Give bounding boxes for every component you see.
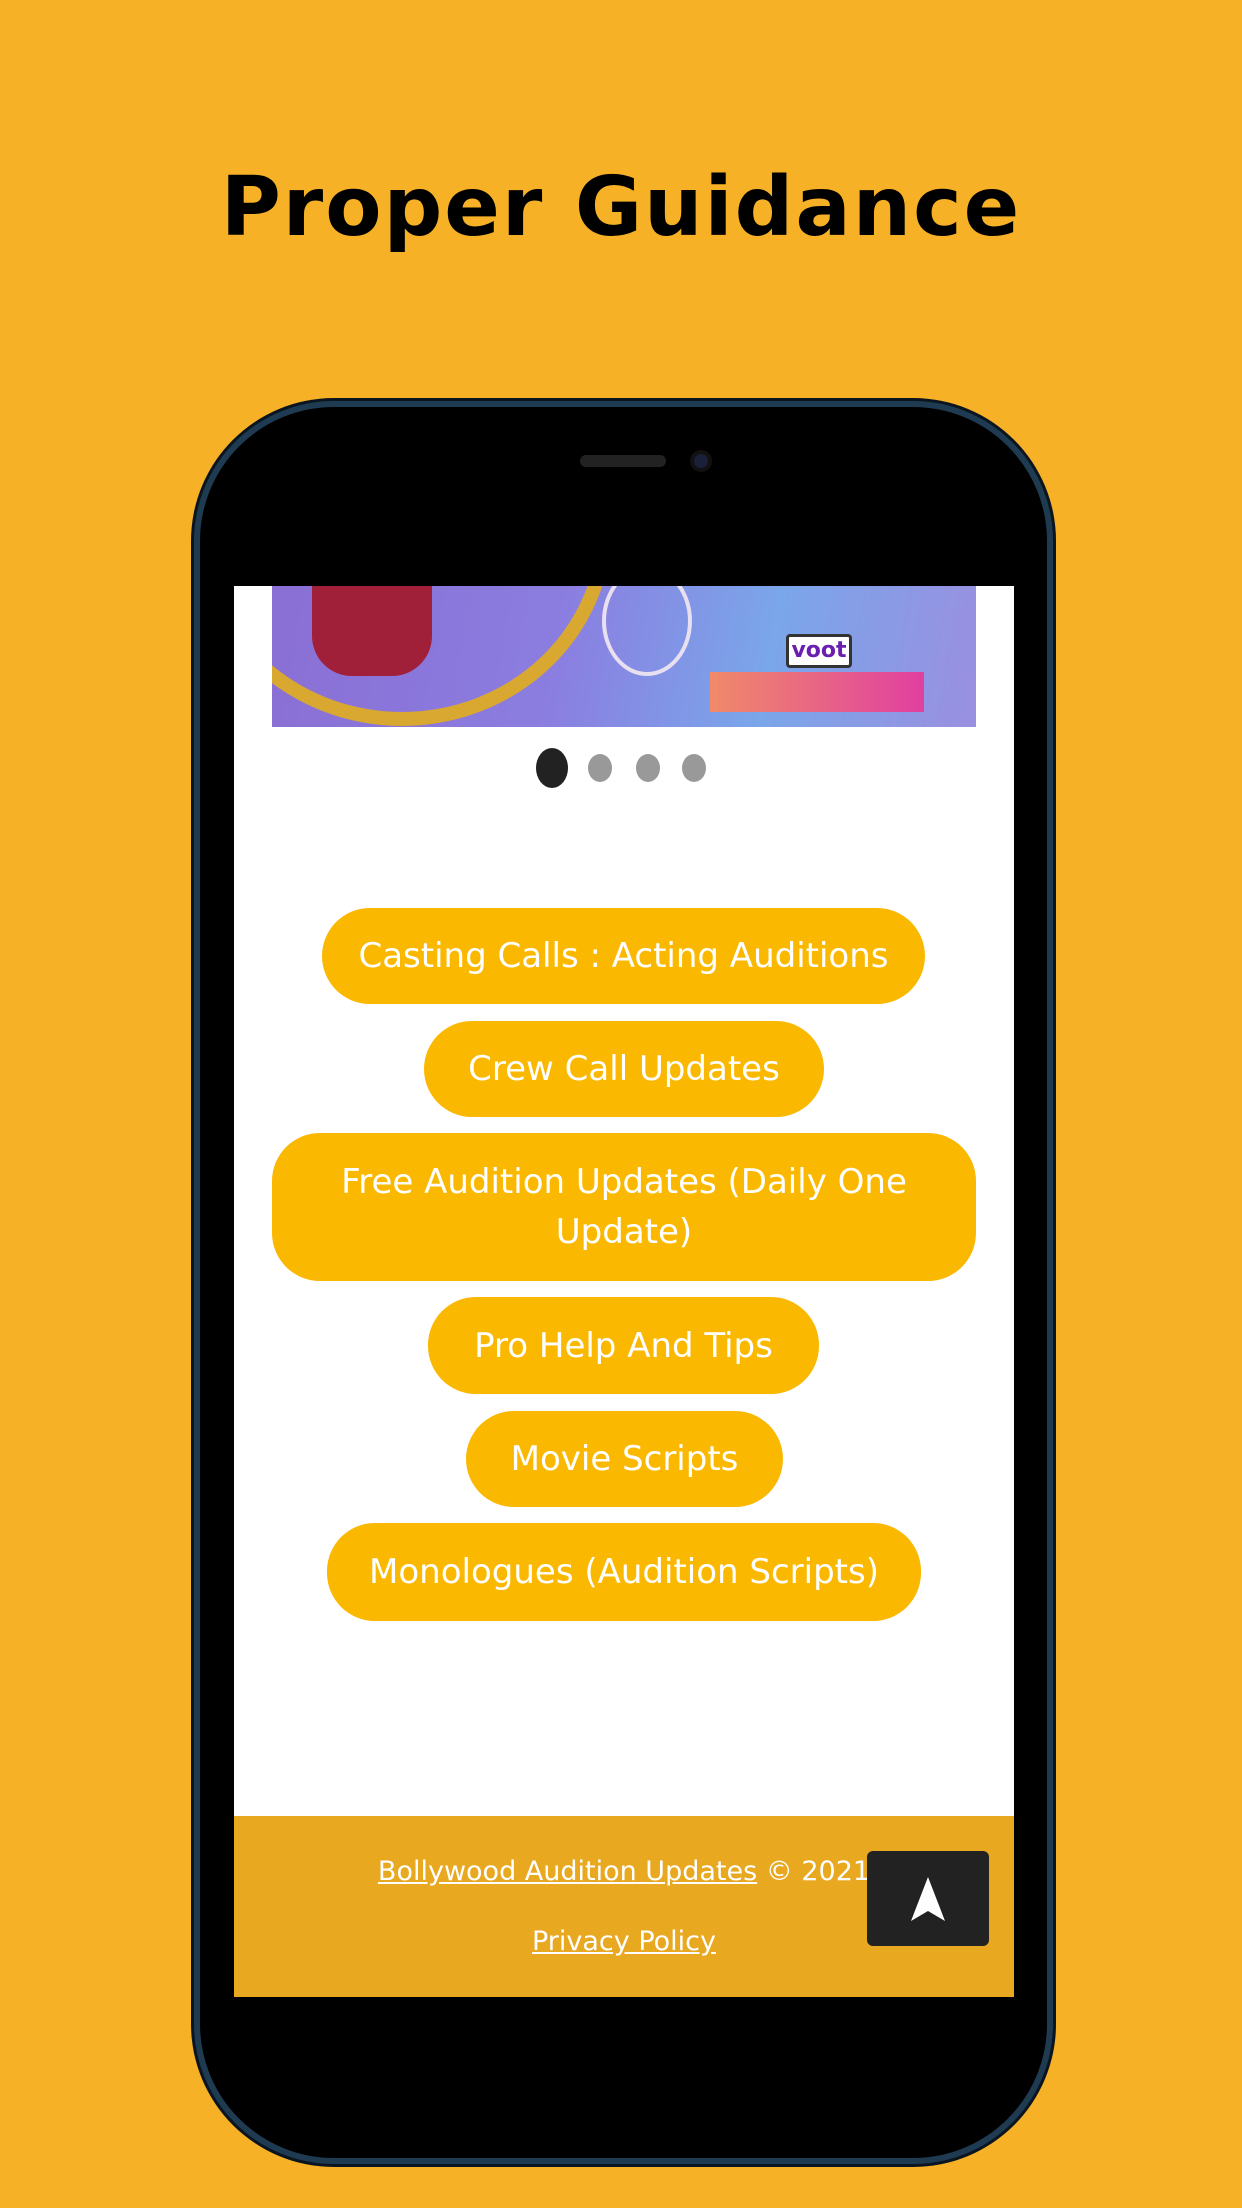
carousel-dot-2[interactable] <box>588 754 612 782</box>
crew-call-button[interactable]: Crew Call Updates <box>424 1021 824 1117</box>
pro-help-button[interactable]: Pro Help And Tips <box>428 1297 819 1394</box>
carousel-dot-1[interactable] <box>536 748 568 788</box>
back-to-top-button[interactable] <box>867 1851 989 1946</box>
carousel-banner-image[interactable]: voot <box>272 586 976 727</box>
privacy-policy-link[interactable]: Privacy Policy <box>532 1926 716 1957</box>
movie-scripts-button[interactable]: Movie Scripts <box>466 1411 783 1507</box>
arrow-up-icon <box>911 1876 945 1921</box>
monologues-button[interactable]: Monologues (Audition Scripts) <box>327 1523 921 1621</box>
site-link[interactable]: Bollywood Audition Updates <box>378 1856 757 1887</box>
banner-ring <box>272 586 612 726</box>
free-audition-button[interactable]: Free Audition Updates (Daily One Update) <box>272 1133 976 1281</box>
phone-speaker <box>580 455 666 467</box>
footer: Bollywood Audition Updates © 2021 Privac… <box>234 1816 1014 1997</box>
sponsor-strip <box>710 672 924 712</box>
phone-camera <box>690 450 712 472</box>
carousel-dot-3[interactable] <box>636 754 660 782</box>
casting-calls-button[interactable]: Casting Calls : Acting Auditions <box>322 908 925 1004</box>
copyright-text: © 2021 <box>757 1856 871 1887</box>
banner-ring-small <box>602 586 692 676</box>
carousel-dots <box>234 748 1014 788</box>
voot-logo: voot <box>786 634 852 668</box>
headline: Proper Guidance <box>220 160 1022 255</box>
carousel-dot-4[interactable] <box>682 754 706 782</box>
app-screen: voot Casting Calls : Acting Auditions Cr… <box>234 586 1014 1997</box>
